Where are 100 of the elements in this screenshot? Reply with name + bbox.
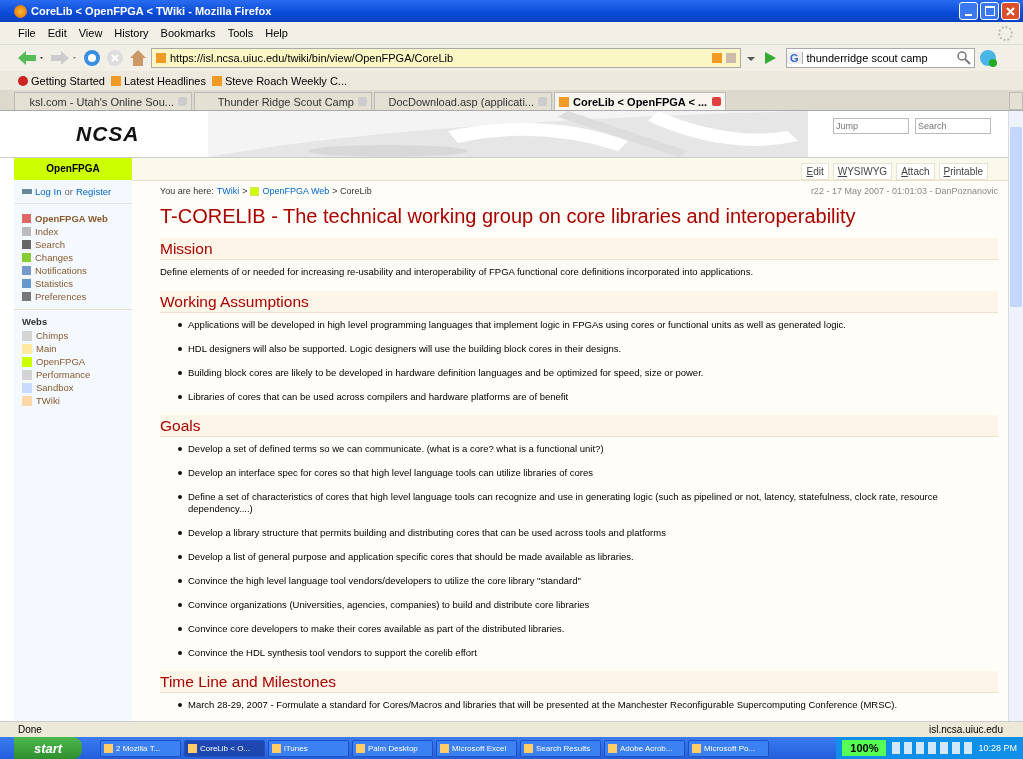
bullet-icon <box>178 495 182 499</box>
section-heading: Goals <box>160 415 998 437</box>
list-item: March 28-29, 2007 - Formulate a standard for Cores/Macros and libraries that will be presented at the Manchester Reconfigurable Supercomputing Conference (MRSC). <box>188 699 898 711</box>
taskbar-button[interactable]: Microsoft Po... <box>688 739 769 757</box>
revision-info: r22 - 17 May 2007 - 01:01:03 - DanPoznanovic <box>810 186 998 196</box>
list-item: Develop a library structure that permits building and distributing cores that can be used across tools and platforms <box>188 527 666 539</box>
key-icon <box>22 189 32 194</box>
zoom-level: 100% <box>842 740 887 756</box>
breadcrumb-link[interactable]: OpenFPGA Web <box>262 186 330 196</box>
browser-tab[interactable]: ksl.com - Utah's Online Sou... <box>14 92 192 110</box>
close-icon <box>1005 5 1016 17</box>
breadcrumb-label: You are here: <box>160 186 214 196</box>
topic-action-button[interactable]: Printable <box>938 163 988 180</box>
page-title: T-CORELIB - The technical working group on core libraries and interoperability <box>160 205 857 228</box>
menu-item[interactable]: Help <box>265 27 288 39</box>
menu-item[interactable]: View <box>78 27 103 39</box>
web-link[interactable]: Performance <box>36 369 91 380</box>
minimize-button[interactable] <box>959 2 978 20</box>
menu-item[interactable]: File <box>18 27 36 39</box>
sidebar-link[interactable]: Search <box>35 239 66 250</box>
bullet-icon <box>178 531 182 535</box>
menu-item[interactable]: Tools <box>227 27 254 39</box>
taskbar-button[interactable]: iTunes <box>268 739 349 757</box>
browser-tab[interactable]: DocDownload.asp (applicati... <box>374 92 552 110</box>
taskbar-button[interactable]: Palm Desktop <box>352 739 433 757</box>
webs-heading: Webs <box>22 316 49 327</box>
search-field[interactable]: G thunderridge scout camp <box>786 48 975 68</box>
menu-item[interactable]: History <box>114 27 149 39</box>
forward-arrow-icon[interactable] <box>49 49 79 67</box>
web-link[interactable]: Sandbox <box>36 382 74 393</box>
close-button[interactable] <box>1001 2 1020 20</box>
reload-icon[interactable] <box>82 48 102 68</box>
list-item: Develop a set of defined terms so we can communicate. (what is a core? what is a functional unit?) <box>188 443 604 455</box>
web-swatch <box>250 186 260 196</box>
login-link[interactable]: Log In <box>35 186 62 197</box>
site-icon <box>156 53 166 63</box>
tab-list-button[interactable] <box>1009 92 1023 110</box>
breadcrumb-current: > CoreLib <box>332 186 372 196</box>
skype-icon[interactable] <box>978 48 1000 68</box>
taskbar-button[interactable]: Search Results <box>520 739 601 757</box>
section-heading: Mission <box>160 238 998 260</box>
list-item: Develop an interface spec for cores so that high level language tools can utilize libraries of cores <box>188 467 594 479</box>
bookmark-link[interactable]: Getting Started <box>18 74 105 87</box>
bullet-icon <box>178 703 182 707</box>
menu-item[interactable]: Edit <box>47 27 67 39</box>
bookmark-link[interactable]: Steve Roach Weekly C... <box>211 74 348 87</box>
breadcrumb-separator: > <box>242 186 248 196</box>
list-item: Convince organizations (Universities, agencies, companies) to build and distribute core libraries <box>188 599 590 611</box>
topic-action-button[interactable]: Edit <box>801 163 829 180</box>
sidebar-link[interactable]: Changes <box>35 252 74 263</box>
maximize-button[interactable] <box>980 2 999 20</box>
sidebar-link[interactable]: Index <box>35 226 59 237</box>
start-button[interactable]: start <box>14 737 82 759</box>
scrollbar[interactable] <box>1008 111 1023 721</box>
bullet-icon <box>178 323 182 327</box>
or-text: or <box>64 186 73 197</box>
bookmark-link[interactable]: Latest Headlines <box>111 74 206 87</box>
taskbar-button[interactable]: Microsoft Excel <box>436 739 517 757</box>
register-link[interactable]: Register <box>75 186 112 197</box>
bullet-icon <box>178 395 182 399</box>
browser-tab[interactable]: CoreLib < OpenFPGA < ... <box>554 92 726 110</box>
breadcrumb-link[interactable]: TWiki <box>216 186 240 196</box>
taskbar-button[interactable]: Adobe Acrob... <box>604 739 685 757</box>
taskbar-button[interactable]: CoreLib < O... <box>184 739 265 757</box>
address-bar[interactable]: https://isl.ncsa.uiuc.edu/twiki/bin/view/OpenFPGA/CoreLib <box>151 48 741 68</box>
clock: 10:28 PM <box>978 743 1017 753</box>
web-link[interactable]: TWiki <box>36 395 60 406</box>
list-item: Convince the HDL synthesis tool vendors to support the corelib effort <box>188 647 477 659</box>
bullet-icon <box>178 555 182 559</box>
status-text: Done <box>18 724 42 735</box>
search-field[interactable]: Search <box>915 118 991 134</box>
web-link[interactable]: Main <box>36 343 57 354</box>
list-item: Convince core developers to make their cores available as part of the distributed libraries. <box>188 623 565 635</box>
section-heading: Working Assumptions <box>160 291 998 313</box>
engine-icon: G <box>787 52 803 64</box>
web-link[interactable]: Chimps <box>36 330 69 341</box>
bullet-icon <box>178 651 182 655</box>
taskbar-button[interactable]: 2 Mozilla T... <box>100 739 181 757</box>
jump-field[interactable]: Jump <box>833 118 909 134</box>
web-link[interactable]: OpenFPGA <box>36 356 86 367</box>
bullet-icon <box>178 347 182 351</box>
sidebar-link[interactable]: Notifications <box>35 265 87 276</box>
menu-item[interactable]: Bookmarks <box>160 27 216 39</box>
list-item: Applications will be developed in high level programming languages that implement logic in FPGAs using cores or functional units as well as generated logic. <box>188 319 846 331</box>
web-title: OpenFPGA <box>14 158 132 180</box>
status-host: isl.ncsa.uiuc.edu <box>929 724 1003 735</box>
list-item: Develop a list of general purpose and application specific cores that should be made available as libraries. <box>188 551 634 563</box>
sidebar-link[interactable]: Statistics <box>35 278 73 289</box>
topic-action-button[interactable]: Attach <box>896 163 935 180</box>
bullet-icon <box>178 603 182 607</box>
browser-tab[interactable]: Thunder Ridge Scout Camp <box>194 92 372 110</box>
sidebar-link[interactable]: Preferences <box>35 291 87 302</box>
sidebar-link[interactable]: OpenFPGA Web <box>35 213 108 224</box>
topic-action-button[interactable]: WYSIWYG <box>832 163 893 180</box>
list-item: Convince the high level language tool vendors/developers to utilize the core library "standard" <box>188 575 581 587</box>
back-arrow-icon[interactable] <box>16 49 46 67</box>
bullet-icon <box>178 627 182 631</box>
throbber-icon <box>998 25 1013 41</box>
bullet-icon <box>178 471 182 475</box>
list-item: HDL designers will also be supported. Logic designers will use the building block cores in their designs. <box>188 343 622 355</box>
